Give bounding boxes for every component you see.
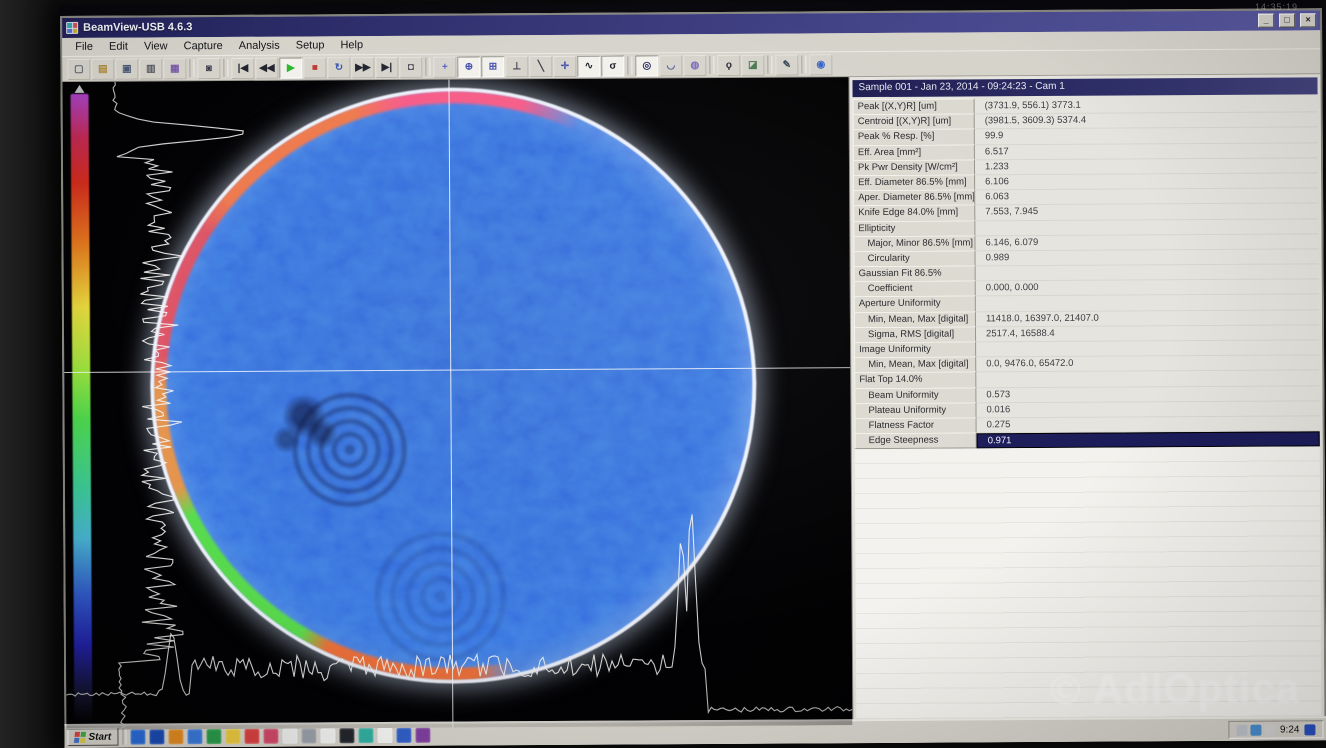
profile-curves (62, 77, 852, 730)
monitor-screen: BeamView-USB 4.6.3 _ □ × FileEditViewCap… (60, 0, 1326, 748)
toolbar-separator (425, 58, 430, 76)
camera-timestamp: 14:35:19 (1255, 2, 1298, 12)
taskbar-clock: 9:24 (1280, 724, 1300, 735)
beam-display[interactable] (62, 77, 852, 730)
menu-item-view[interactable]: View (136, 39, 176, 54)
copy-icon[interactable]: ▦ (163, 58, 186, 79)
menu-item-setup[interactable]: Setup (288, 38, 333, 53)
clip-level-icon[interactable]: ◍ (683, 55, 706, 76)
start-button[interactable]: Start (67, 728, 118, 746)
arc-tool-icon[interactable]: ◡ (659, 55, 682, 76)
last-frame-icon[interactable]: ▶| (375, 56, 398, 77)
close-button[interactable]: × (1300, 13, 1316, 27)
crosshair-icon[interactable]: + (433, 56, 456, 77)
menu-item-analysis[interactable]: Analysis (231, 38, 288, 53)
aperture-icon[interactable]: ◎ (635, 55, 658, 76)
forward-icon[interactable]: ▶▶ (351, 57, 374, 78)
profile-panes-icon[interactable]: ⊞ (481, 56, 504, 77)
first-frame-icon[interactable]: |◀ (231, 57, 254, 78)
tray-icon[interactable] (1236, 724, 1247, 735)
toolbar-separator (627, 57, 632, 75)
rewind-icon[interactable]: ◀◀ (255, 57, 278, 78)
pan-arrows-icon[interactable]: ✛ (553, 55, 576, 76)
sigma-icon[interactable]: σ (601, 55, 624, 76)
vertical-profile-curve (113, 81, 247, 729)
quicklaunch-icon[interactable] (396, 727, 411, 742)
row-label: Edge Steepness (855, 433, 977, 450)
tray-icon[interactable] (1264, 724, 1275, 735)
app-icon (66, 22, 78, 34)
menu-item-help[interactable]: Help (332, 38, 371, 53)
menu-item-capture[interactable]: Capture (176, 38, 231, 53)
centroid-marker-icon[interactable]: ⊕ (457, 56, 480, 77)
beamview-window: BeamView-USB 4.6.3 _ □ × FileEditViewCap… (60, 8, 1326, 748)
open-file-icon[interactable]: ▤ (91, 58, 114, 79)
info-icon[interactable]: ◉ (809, 54, 832, 75)
line-fit-icon[interactable]: ∿ (577, 55, 600, 76)
quicklaunch-icon[interactable] (206, 729, 221, 744)
menu-item-file[interactable]: File (67, 39, 101, 54)
start-label: Start (88, 731, 111, 742)
save-icon[interactable]: ▣ (115, 58, 138, 79)
camera-capture-icon[interactable]: ◙ (197, 58, 220, 79)
quicklaunch-icon[interactable] (320, 728, 335, 743)
snapshot-icon[interactable]: ◘ (399, 56, 422, 77)
quicklaunch-icon[interactable] (282, 728, 297, 743)
sample-header: Sample 001 - Jan 23, 2014 - 09:24:23 - C… (852, 77, 1317, 97)
quicklaunch-icon[interactable] (358, 728, 373, 743)
print-icon[interactable]: ▥ (139, 58, 162, 79)
quicklaunch-icon[interactable] (244, 728, 259, 743)
toolbar-separator (767, 56, 772, 74)
menu-item-edit[interactable]: Edit (101, 39, 136, 54)
results-table: Peak [(X,Y)R] [um](3731.9, 556.1) 3773.1… (853, 97, 1320, 449)
maximize-button[interactable]: □ (1279, 13, 1295, 27)
horizontal-profile-curve (65, 513, 852, 716)
results-panel: Sample 001 - Jan 23, 2014 - 09:24:23 - C… (848, 74, 1324, 725)
quicklaunch-icon[interactable] (415, 727, 430, 742)
diagonal-cursor-icon[interactable]: ╲ (529, 55, 552, 76)
zoom-icon[interactable]: ϙ (717, 54, 740, 75)
results-empty-area (855, 447, 1322, 726)
export-image-icon[interactable]: ◪ (741, 54, 764, 75)
minimize-button[interactable]: _ (1258, 14, 1274, 28)
quicklaunch-icon[interactable] (301, 728, 316, 743)
quicklaunch-icon[interactable] (339, 728, 354, 743)
tray-network-icon[interactable] (1304, 724, 1315, 735)
new-file-icon[interactable]: ▢ (67, 58, 90, 79)
toolbar-separator (709, 56, 714, 74)
system-tray[interactable]: 9:24 (1228, 720, 1324, 739)
quicklaunch-icon[interactable] (263, 728, 278, 743)
taskbar-separator (122, 729, 126, 745)
toolbar-separator (801, 55, 806, 73)
quicklaunch-icon[interactable] (225, 728, 240, 743)
tray-icon[interactable] (1250, 724, 1261, 735)
quicklaunch-icon[interactable] (187, 729, 202, 744)
play-icon[interactable]: ▶ (279, 57, 302, 78)
cursor-lines-icon[interactable]: ⊥ (505, 56, 528, 77)
quicklaunch-icon[interactable] (377, 727, 392, 742)
client-area: Sample 001 - Jan 23, 2014 - 09:24:23 - C… (62, 74, 1324, 730)
refresh-icon[interactable]: ↻ (327, 57, 350, 78)
toolbar-separator (223, 59, 228, 77)
stop-icon[interactable]: ■ (303, 57, 326, 78)
pen-tool-icon[interactable]: ✎ (775, 54, 798, 75)
windows-flag-icon (74, 731, 86, 742)
toolbar-separator (189, 59, 194, 77)
